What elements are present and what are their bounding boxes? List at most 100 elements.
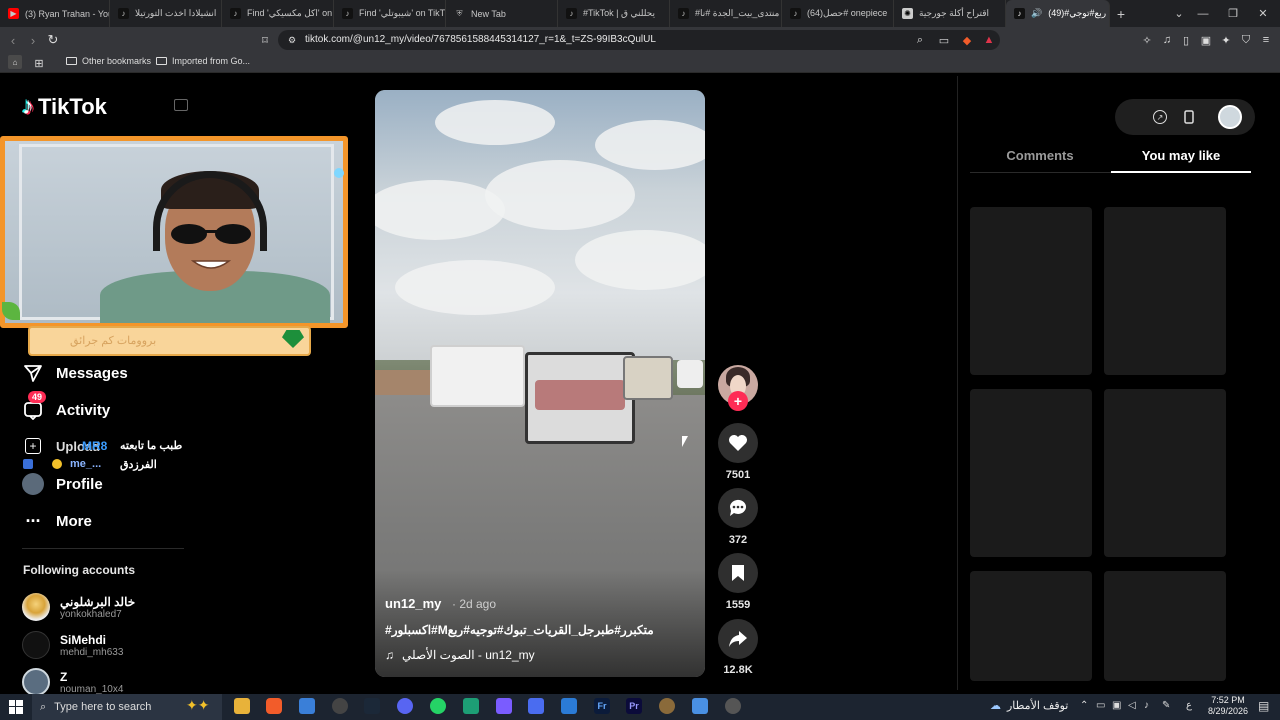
- tab-groups-icon[interactable]: ⌂: [8, 55, 22, 69]
- suggested-video-placeholder[interactable]: [970, 389, 1092, 557]
- suggested-video-placeholder[interactable]: [1104, 207, 1226, 375]
- browser-tab[interactable]: ♪ (64)حصل# onepiece: [782, 0, 894, 27]
- tray-icon[interactable]: ▭: [1096, 700, 1105, 711]
- maximize-button[interactable]: ❐: [1218, 0, 1248, 27]
- file-explorer-icon[interactable]: [234, 698, 250, 714]
- collapse-sidebar-icon[interactable]: [174, 99, 188, 111]
- forward-button[interactable]: ›: [23, 27, 43, 53]
- save-button[interactable]: [718, 553, 758, 593]
- nav-more[interactable]: ··· More: [22, 510, 92, 532]
- video-music[interactable]: ♫ الصوت الأصلي - un12_my: [385, 648, 535, 662]
- tray-network-icon[interactable]: ▣: [1112, 700, 1121, 711]
- minimize-button[interactable]: —: [1188, 0, 1218, 27]
- reload-icon[interactable]: ↻: [43, 27, 63, 53]
- video-author[interactable]: un12_my: [385, 596, 441, 611]
- browser-tab[interactable]: ⛨ New Tab: [446, 0, 558, 27]
- like-button[interactable]: [718, 423, 758, 463]
- webcam-smile: [191, 260, 231, 269]
- game-icon[interactable]: [496, 698, 512, 714]
- extensions-icon[interactable]: ✧: [1139, 32, 1155, 48]
- suggested-video-placeholder[interactable]: [1104, 389, 1226, 557]
- windows-start-icon[interactable]: [9, 700, 23, 714]
- close-window-button[interactable]: ✕: [1248, 0, 1278, 27]
- back-button[interactable]: ‹: [3, 27, 23, 53]
- brave-icon[interactable]: [266, 698, 282, 714]
- nav-activity[interactable]: 49 Activity: [22, 391, 110, 421]
- cast-icon[interactable]: ▭: [936, 32, 952, 48]
- following-account[interactable]: خالد البرشلوني yonkokhaled7: [22, 593, 135, 621]
- vpn-icon[interactable]: ⛉: [1238, 32, 1254, 48]
- video-caption[interactable]: #اكسبلور#Mمتكبرر#طبرجل_القريات_تبوك#توجي…: [385, 623, 654, 637]
- browser-tab[interactable]: ✺ اقتراح أكلة جورجية: [894, 0, 1006, 27]
- leo-icon[interactable]: ✦: [1218, 32, 1234, 48]
- taskbar-clock[interactable]: 7:52 PM 8/29/2026: [1200, 695, 1256, 717]
- fresco-icon[interactable]: Fr: [594, 698, 610, 714]
- tray-language-icon[interactable]: ع: [1186, 700, 1192, 711]
- sidebar-icon[interactable]: ▯: [1178, 32, 1194, 48]
- zoom-icon[interactable]: ⌕: [912, 32, 928, 48]
- app-icon-4[interactable]: [692, 698, 708, 714]
- bookmark-icon[interactable]: ⌑: [257, 32, 273, 48]
- premiere-icon[interactable]: Pr: [626, 698, 642, 714]
- follow-button[interactable]: +: [728, 391, 748, 411]
- suggested-video-placeholder[interactable]: [970, 571, 1092, 681]
- suggested-video-placeholder[interactable]: [1104, 571, 1226, 681]
- app-icon-3[interactable]: [659, 698, 675, 714]
- new-tab-button[interactable]: +: [1110, 0, 1132, 27]
- brave-rewards-icon[interactable]: ▲: [981, 32, 997, 48]
- coins-icon[interactable]: ↗: [1153, 110, 1167, 124]
- store-icon[interactable]: [299, 698, 315, 714]
- settings-icon[interactable]: [725, 698, 741, 714]
- mobile-icon[interactable]: [1180, 108, 1198, 126]
- nav-messages[interactable]: Messages: [22, 362, 128, 384]
- tray-pen-icon[interactable]: ✎: [1162, 700, 1170, 711]
- share-button[interactable]: [718, 619, 758, 659]
- monitor-icon[interactable]: [561, 698, 577, 714]
- brave-shield-icon[interactable]: ◆: [959, 32, 975, 48]
- nav-profile[interactable]: Profile: [22, 473, 103, 495]
- weather-widget[interactable]: ☁ توقف الأمطار: [990, 699, 1068, 712]
- tray-volume-icon[interactable]: ◁: [1128, 700, 1136, 711]
- bookmark-imported[interactable]: Imported from Go...: [156, 56, 250, 66]
- tab-comments[interactable]: Comments: [970, 148, 1110, 163]
- user-avatar[interactable]: [1218, 105, 1242, 129]
- steam-icon[interactable]: [364, 698, 380, 714]
- suggested-video-placeholder[interactable]: [970, 207, 1092, 375]
- media-icon[interactable]: ♫: [1159, 32, 1175, 48]
- apps-icon[interactable]: ⊞: [31, 55, 47, 71]
- url-text[interactable]: tiktok.com/@un12_my/video/76785615884453…: [305, 30, 656, 50]
- audio-icon[interactable]: 🔊: [1031, 8, 1042, 19]
- video-cloud: [575, 230, 705, 290]
- menu-icon[interactable]: ≡: [1258, 32, 1274, 48]
- bookmark-label: Other bookmarks: [82, 56, 152, 66]
- notifications-icon[interactable]: ▤: [1258, 699, 1269, 713]
- app-icon[interactable]: [463, 698, 479, 714]
- bookmark-other[interactable]: Other bookmarks: [66, 56, 151, 66]
- discord-icon[interactable]: [397, 698, 413, 714]
- video-player[interactable]: [375, 90, 705, 677]
- browser-tab-active[interactable]: ♪ 🔊 (49)#ربع#توجي ✕: [1006, 0, 1110, 27]
- tiktok-logo[interactable]: ♪ TikTok: [22, 93, 107, 121]
- nav-label: Profile: [56, 475, 103, 493]
- account-name: Z: [60, 669, 68, 684]
- site-info-icon[interactable]: ⚙: [284, 32, 300, 48]
- browser-tab[interactable]: ♪ انشيلادا اخذت التورتيلا: [110, 0, 222, 27]
- upload-icon[interactable]: +: [25, 438, 41, 454]
- browser-tab[interactable]: ♪ Find 'اكل مكسيكي' on: [222, 0, 334, 27]
- browser-tab[interactable]: ♪ #TikTok | يحللني ق: [558, 0, 670, 27]
- obs-icon[interactable]: [332, 698, 348, 714]
- tab-you-may-like[interactable]: You may like: [1111, 148, 1251, 163]
- tray-mic-icon[interactable]: ♪: [1144, 700, 1149, 711]
- comment-button[interactable]: [718, 488, 758, 528]
- wallet-icon[interactable]: ▣: [1198, 32, 1214, 48]
- following-account[interactable]: SiMehdi mehdi_mh633: [22, 631, 123, 659]
- overlay-tag: MR8: [82, 439, 108, 453]
- tray-chevron-icon[interactable]: ⌃: [1080, 700, 1088, 711]
- whatsapp-icon[interactable]: [430, 698, 446, 714]
- browser-tab[interactable]: ♪ #منتدى_بيت_الجدة #نا: [670, 0, 782, 27]
- browser-tab[interactable]: ♪ Find 'شيبوتلي' on TikT: [334, 0, 446, 27]
- following-account[interactable]: Z nouman_10x4: [22, 668, 123, 696]
- app-icon-2[interactable]: [528, 698, 544, 714]
- logo-text: TikTok: [38, 94, 107, 119]
- browser-tab[interactable]: ▶ (3) Ryan Trahan - YouT: [0, 0, 110, 27]
